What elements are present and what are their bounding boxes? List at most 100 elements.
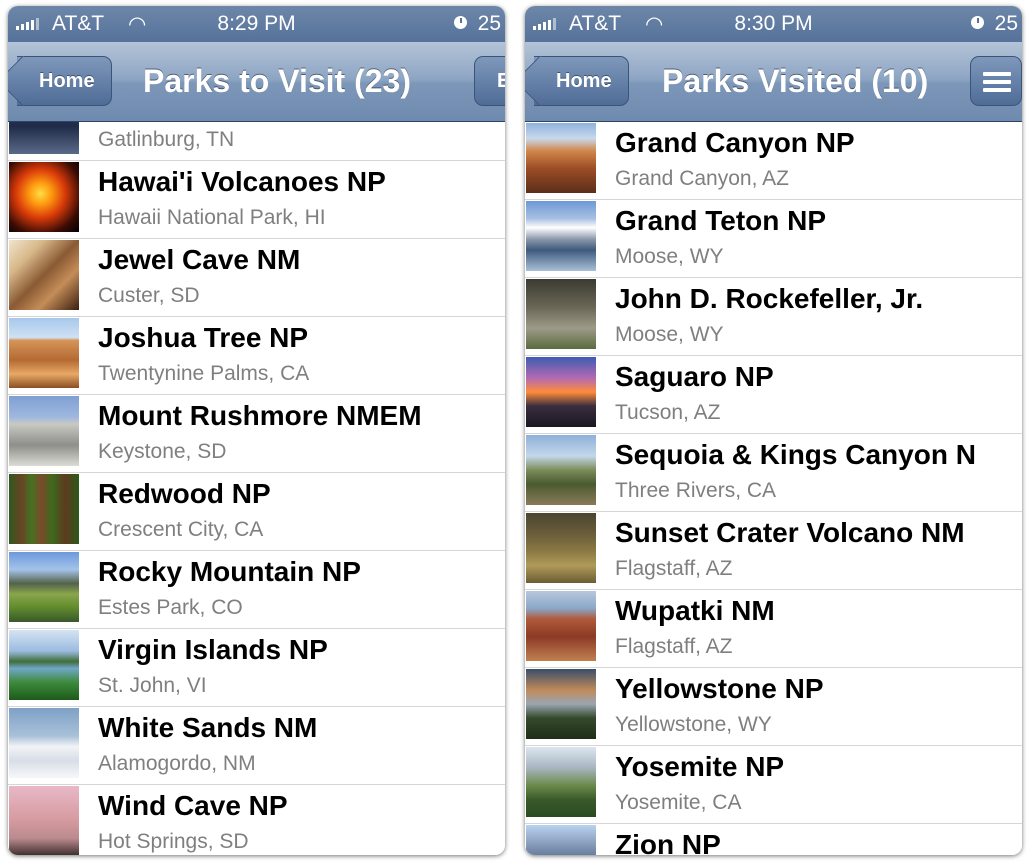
park-name: Redwood NP	[98, 478, 271, 509]
park-location: Yosemite, CA	[615, 791, 742, 814]
park-location: Custer, SD	[98, 284, 200, 307]
park-thumbnail	[9, 630, 79, 700]
park-thumbnail	[526, 747, 596, 817]
park-thumbnail	[526, 591, 596, 661]
park-thumbnail	[526, 123, 596, 193]
park-location: Flagstaff, AZ	[615, 557, 733, 580]
park-row[interactable]: Wupatki NM Flagstaff, AZ	[525, 590, 1022, 668]
park-name: Virgin Islands NP	[98, 634, 328, 665]
park-row[interactable]: Grand Canyon NP Grand Canyon, AZ	[525, 122, 1022, 200]
menu-button[interactable]	[970, 56, 1022, 106]
park-location: Crescent City, CA	[98, 518, 264, 541]
park-location: Three Rivers, CA	[615, 479, 777, 502]
park-row[interactable]: Rocky Mountain NP Estes Park, CO	[8, 551, 505, 629]
park-name: Jewel Cave NM	[98, 244, 301, 275]
park-row[interactable]: White Sands NM Alamogordo, NM	[8, 707, 505, 785]
status-time: 8:29 PM	[217, 12, 296, 35]
parks-visited-screen: AT&T ◠ 8:30 PM 25 Home Parks Visited (10…	[525, 6, 1022, 855]
park-location: Gatlinburg, TN	[98, 128, 235, 151]
park-row[interactable]: Zion NP	[525, 824, 1022, 855]
park-thumbnail	[9, 552, 79, 622]
park-name: White Sands NM	[98, 712, 318, 743]
park-row[interactable]: Sequoia & Kings Canyon N Three Rivers, CA	[525, 434, 1022, 512]
park-location: Estes Park, CO	[98, 596, 243, 619]
edit-button-label: E	[497, 70, 505, 92]
park-thumbnail	[9, 708, 79, 778]
park-thumbnail	[9, 396, 79, 466]
park-location: Grand Canyon, AZ	[615, 167, 789, 190]
park-row[interactable]: Mount Rushmore NMEM Keystone, SD	[8, 395, 505, 473]
park-row[interactable]: Redwood NP Crescent City, CA	[8, 473, 505, 551]
parks-to-visit-screen: AT&T ◠ 8:29 PM 25 Home Parks to Visit (2…	[8, 6, 505, 855]
page-title: Parks Visited (10)	[662, 63, 929, 99]
status-time: 8:30 PM	[734, 12, 813, 35]
park-name: Sequoia & Kings Canyon N	[615, 439, 976, 470]
navigation-bar: Home Parks Visited (10)	[525, 42, 1022, 122]
park-name: Grand Canyon NP	[615, 127, 855, 158]
park-row[interactable]: John D. Rockefeller, Jr. Moose, WY	[525, 278, 1022, 356]
status-bar: AT&T ◠ 8:29 PM 25	[8, 6, 505, 42]
park-location: Alamogordo, NM	[98, 752, 256, 775]
park-row[interactable]: Virgin Islands NP St. John, VI	[8, 629, 505, 707]
parks-list[interactable]: Grand Canyon NP Grand Canyon, AZ Grand Tet…	[525, 122, 1022, 855]
park-thumbnail	[526, 513, 596, 583]
park-thumbnail	[9, 474, 79, 544]
home-back-label: Home	[556, 70, 612, 92]
park-thumbnail	[9, 318, 79, 388]
park-row[interactable]: Joshua Tree NP Twentynine Palms, CA	[8, 317, 505, 395]
park-name: Hawai'i Volcanoes NP	[98, 166, 386, 197]
park-thumbnail	[9, 122, 79, 154]
park-name: Saguaro NP	[615, 361, 774, 392]
park-row[interactable]: Jewel Cave NM Custer, SD	[8, 239, 505, 317]
park-row[interactable]: Grand Teton NP Moose, WY	[525, 200, 1022, 278]
park-thumbnail	[9, 162, 79, 232]
park-row[interactable]: Wind Cave NP Hot Springs, SD	[8, 785, 505, 855]
park-location: Tucson, AZ	[615, 401, 721, 424]
park-location: Moose, WY	[615, 245, 724, 268]
park-name: Grand Teton NP	[615, 205, 827, 236]
home-back-button[interactable]: Home	[534, 56, 629, 106]
status-bar: AT&T ◠ 8:30 PM 25	[525, 6, 1022, 42]
park-name: John D. Rockefeller, Jr.	[615, 283, 924, 314]
park-row[interactable]: Sunset Crater Volcano NM Flagstaff, AZ	[525, 512, 1022, 590]
park-location: Keystone, SD	[98, 440, 227, 463]
clock-icon	[454, 16, 467, 29]
parks-list[interactable]: Gatlinburg, TN Hawai'i Volcanoes NP Hawaii…	[8, 122, 505, 855]
navigation-bar: Home Parks to Visit (23) E	[8, 42, 505, 122]
park-name: Yellowstone NP	[615, 673, 824, 704]
park-location: Hawaii National Park, HI	[98, 206, 326, 229]
park-location: Yellowstone, WY	[615, 713, 772, 736]
clock-icon	[971, 16, 984, 29]
park-thumbnail	[526, 435, 596, 505]
park-name: Yosemite NP	[615, 751, 785, 782]
home-back-button[interactable]: Home	[17, 56, 112, 106]
park-thumbnail	[526, 357, 596, 427]
park-location: Twentynine Palms, CA	[98, 362, 310, 385]
park-row[interactable]: Gatlinburg, TN	[8, 122, 505, 161]
park-name: Joshua Tree NP	[98, 322, 309, 353]
park-thumbnail	[9, 786, 79, 855]
edit-button[interactable]: E	[474, 56, 505, 106]
park-row[interactable]: Yosemite NP Yosemite, CA	[525, 746, 1022, 824]
park-row[interactable]: Hawai'i Volcanoes NP Hawaii National Park…	[8, 161, 505, 239]
park-thumbnail	[526, 279, 596, 349]
park-name: Wind Cave NP	[98, 790, 288, 821]
park-thumbnail	[526, 669, 596, 739]
park-location: Moose, WY	[615, 323, 724, 346]
park-thumbnail	[9, 240, 79, 310]
park-row[interactable]: Yellowstone NP Yellowstone, WY	[525, 668, 1022, 746]
menu-icon	[983, 72, 1011, 96]
park-name: Zion NP	[615, 829, 721, 855]
park-location: Hot Springs, SD	[98, 830, 249, 853]
park-name: Sunset Crater Volcano NM	[615, 517, 965, 548]
battery-level: 25	[477, 12, 501, 35]
park-name: Wupatki NM	[615, 595, 775, 626]
park-location: Flagstaff, AZ	[615, 635, 733, 658]
home-back-label: Home	[39, 70, 95, 92]
park-thumbnail	[526, 825, 596, 855]
park-name: Rocky Mountain NP	[98, 556, 361, 587]
battery-level: 25	[994, 12, 1018, 35]
park-name: Mount Rushmore NMEM	[98, 400, 422, 431]
park-row[interactable]: Saguaro NP Tucson, AZ	[525, 356, 1022, 434]
page-title: Parks to Visit (23)	[143, 63, 411, 99]
